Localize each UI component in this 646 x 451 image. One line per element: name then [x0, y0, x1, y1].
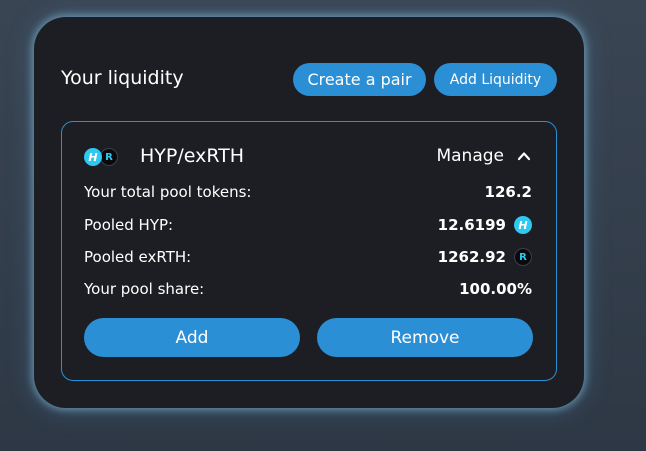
row-label: Pooled exRTH:	[84, 248, 192, 266]
pooled-hyp-row: Pooled HYP: 12.6199 H	[84, 215, 532, 235]
manage-label: Manage	[436, 146, 504, 166]
chevron-up-icon	[516, 148, 532, 164]
create-pair-button[interactable]: Create a pair	[293, 63, 426, 96]
total-pool-tokens-row: Your total pool tokens: 126.2	[84, 182, 532, 202]
add-liquidity-button[interactable]: Add Liquidity	[434, 63, 557, 96]
pooled-exrth-row: Pooled exRTH: 1262.92 R	[84, 247, 532, 267]
liquidity-panel: Your liquidity Create a pair Add Liquidi…	[34, 17, 584, 408]
row-label: Your pool share:	[84, 280, 205, 298]
manage-toggle[interactable]: Manage	[436, 146, 532, 166]
liquidity-position-card: H R HYP/exRTH Manage Your total pool tok…	[61, 121, 557, 381]
pool-share-row: Your pool share: 100.00%	[84, 279, 532, 299]
page-title: Your liquidity	[61, 67, 184, 89]
exrth-token-icon: R	[514, 248, 532, 266]
row-value: 100.00%	[459, 280, 532, 298]
remove-button[interactable]: Remove	[317, 318, 533, 357]
row-label: Your total pool tokens:	[84, 183, 252, 201]
row-value: 12.6199	[437, 216, 506, 234]
row-label: Pooled HYP:	[84, 216, 174, 234]
pair-name: HYP/exRTH	[140, 145, 245, 167]
row-value: 1262.92	[437, 248, 506, 266]
pair-icons: H R	[84, 148, 124, 166]
row-value: 126.2	[484, 183, 532, 201]
hyp-token-icon: H	[84, 148, 102, 166]
exrth-token-icon: R	[100, 148, 118, 166]
hyp-token-icon: H	[514, 216, 532, 234]
add-button[interactable]: Add	[84, 318, 300, 357]
